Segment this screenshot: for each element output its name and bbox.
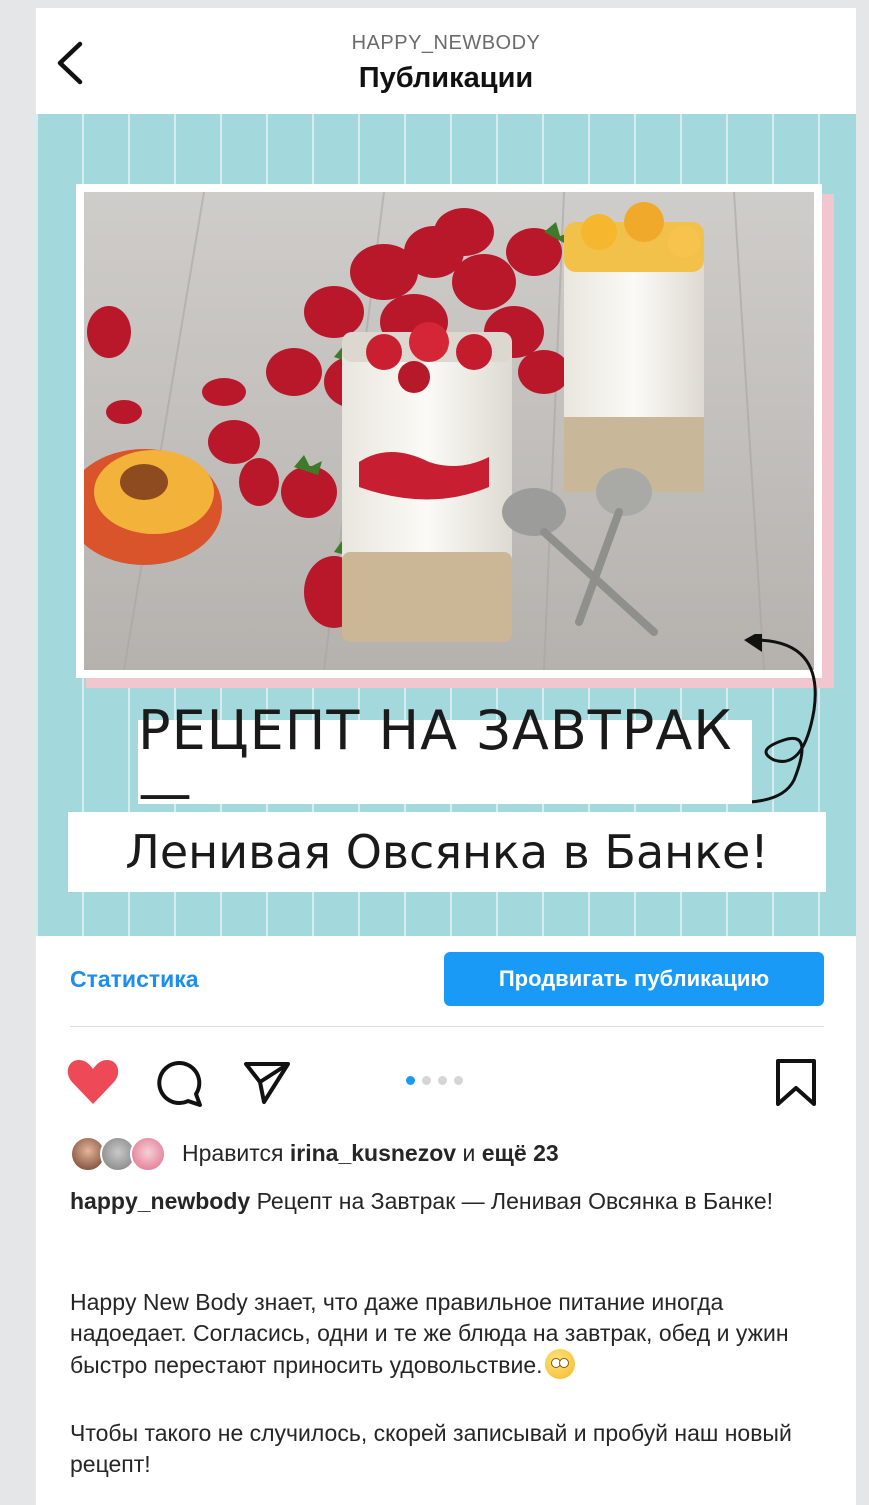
likes-summary[interactable]: Нравится irina_kusnezov и ещё 23 <box>182 1140 559 1167</box>
likes-prefix: Нравится <box>182 1140 284 1166</box>
bookmark-icon[interactable] <box>774 1058 818 1108</box>
post-title-line-2: Ленивая Овсянка в Банке! <box>68 812 826 892</box>
liker-avatars[interactable] <box>70 1136 170 1172</box>
carousel-dot <box>438 1076 447 1085</box>
caption-paragraph: Чтобы такого не случилось, скорей записы… <box>70 1420 792 1477</box>
carousel-dot <box>454 1076 463 1085</box>
header-username: HAPPY_NEWBODY <box>351 32 541 54</box>
promote-post-button[interactable]: Продвигать публикацию <box>444 952 824 1006</box>
carousel-indicator <box>406 1076 463 1085</box>
photo-frame <box>76 184 822 678</box>
carousel-dot <box>406 1076 415 1085</box>
comment-icon[interactable] <box>154 1058 204 1108</box>
rolling-eyes-emoji-icon <box>544 1349 575 1379</box>
likes-middle: и <box>462 1140 476 1166</box>
caption-author[interactable]: happy_newbody <box>70 1188 250 1214</box>
avatar <box>130 1136 166 1172</box>
divider <box>70 1026 824 1027</box>
heart-filled-icon[interactable] <box>66 1058 120 1106</box>
statistics-link[interactable]: Статистика <box>70 966 199 993</box>
liker-username[interactable]: irina_kusnezov <box>290 1140 456 1166</box>
carousel-dot <box>422 1076 431 1085</box>
post-caption: happy_newbody Рецепт на Завтрак — Ленива… <box>70 1186 830 1217</box>
header: HAPPY_NEWBODY Публикации <box>36 8 856 114</box>
paper-plane-icon[interactable] <box>242 1058 292 1108</box>
breakfast-photo <box>84 192 814 670</box>
post-image[interactable]: РЕЦЕПТ НА ЗАВТРАК — Ленивая Овсянка в Ба… <box>36 114 856 936</box>
post-title-line-1: РЕЦЕПТ НА ЗАВТРАК — <box>138 699 752 825</box>
likes-others[interactable]: ещё 23 <box>482 1140 559 1166</box>
app-screen: HAPPY_NEWBODY Публикации РЕЦЕПТ НА ЗАВТР… <box>36 8 856 1505</box>
page-title: Публикации <box>358 62 534 94</box>
caption-paragraph: Happy New Body знает, что даже правильно… <box>70 1287 830 1381</box>
caption-paragraph-1: Happy New Body знает, что даже правильно… <box>70 1289 789 1378</box>
caption-text: Рецепт на Завтрак — Ленивая Овсянка в Ба… <box>256 1188 774 1214</box>
